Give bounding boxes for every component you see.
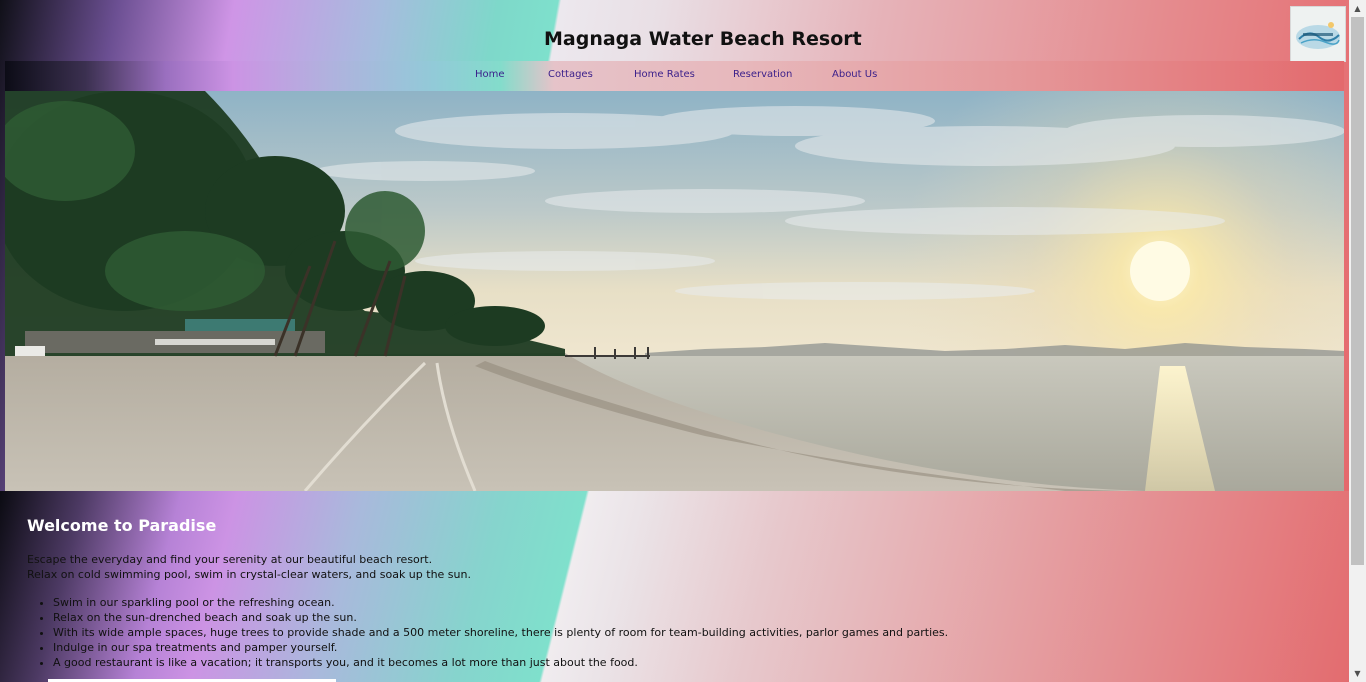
- nav-item-home[interactable]: Home: [475, 69, 505, 80]
- hero-beach-photo: [5, 91, 1344, 491]
- intro-line: Relax on cold swimming pool, swim in cry…: [27, 568, 471, 581]
- nav-item-cottages[interactable]: Cottages: [548, 69, 593, 80]
- feature-item: Relax on the sun-drenched beach and soak…: [53, 610, 948, 625]
- feature-list: Swim in our sparkling pool or the refres…: [27, 595, 948, 670]
- vertical-scrollbar[interactable]: ▲ ▼: [1349, 0, 1366, 682]
- intro-line: Escape the everyday and find your sereni…: [27, 553, 433, 566]
- nav-item-home-rates[interactable]: Home Rates: [634, 69, 695, 80]
- intro-text: Escape the everyday and find your sereni…: [27, 552, 471, 582]
- feature-item: A good restaurant is like a vacation; it…: [53, 655, 948, 670]
- site-header: Magnaga Water Beach Resort: [0, 0, 1349, 62]
- resort-logo-icon[interactable]: [1290, 6, 1346, 62]
- scroll-thumb[interactable]: [1351, 17, 1364, 565]
- nav-item-reservation[interactable]: Reservation: [733, 69, 792, 80]
- feature-item: Indulge in our spa treatments and pamper…: [53, 640, 948, 655]
- nav-item-about-us[interactable]: About Us: [832, 69, 877, 80]
- welcome-heading: Welcome to Paradise: [27, 516, 217, 535]
- main-nav: Home Cottages Home Rates Reservation Abo…: [5, 61, 1344, 91]
- welcome-section: Welcome to Paradise Escape the everyday …: [0, 491, 1349, 682]
- scroll-down-arrow-icon[interactable]: ▼: [1349, 665, 1366, 682]
- scroll-up-arrow-icon[interactable]: ▲: [1349, 0, 1366, 17]
- site-title: Magnaga Water Beach Resort: [544, 28, 862, 50]
- feature-item: Swim in our sparkling pool or the refres…: [53, 595, 948, 610]
- feature-item: With its wide ample spaces, huge trees t…: [53, 625, 948, 640]
- page: Magnaga Water Beach Resort Home Cottages…: [0, 0, 1349, 682]
